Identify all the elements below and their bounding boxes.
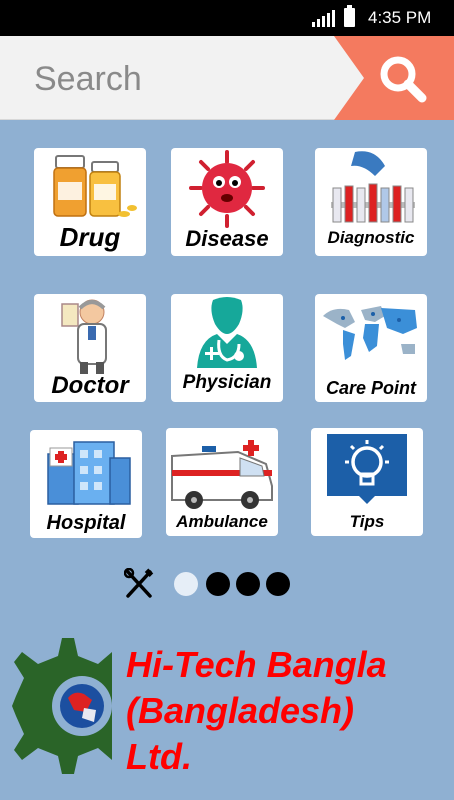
company-logo — [12, 638, 112, 774]
tile-ambulance[interactable]: Ambulance — [166, 428, 278, 536]
page-dot-1[interactable] — [174, 572, 198, 596]
tile-tips-label: Tips — [349, 512, 385, 531]
status-bar: 4:35 PM — [0, 0, 454, 36]
signal-icon — [312, 10, 335, 27]
tile-care-point[interactable]: Care Point — [315, 294, 427, 402]
search-input[interactable] — [34, 56, 314, 102]
page-dot-4[interactable] — [266, 572, 290, 596]
page-dot-2[interactable] — [206, 572, 230, 596]
tile-care-point-label: Care Point — [325, 378, 417, 398]
tile-diagnostic[interactable]: Diagnostic — [315, 148, 427, 256]
tile-drug-label: Drug — [59, 222, 121, 252]
tile-physician-label: Physician — [182, 372, 272, 393]
company-name: Hi-Tech Bangla (Bangladesh) Ltd. — [126, 642, 387, 780]
tile-doctor[interactable]: Doctor — [34, 294, 146, 402]
page-dot-3[interactable] — [236, 572, 260, 596]
tile-doctor-label: Doctor — [51, 372, 129, 399]
battery-icon — [344, 5, 355, 27]
tile-hospital-label: Hospital — [46, 512, 126, 534]
tile-hospital[interactable]: Hospital — [30, 430, 142, 538]
tile-ambulance-label: Ambulance — [176, 512, 268, 531]
company-name-line1: Hi-Tech Bangla — [126, 644, 387, 685]
tile-disease[interactable]: Disease — [171, 148, 283, 256]
status-clock: 4:35 PM — [368, 8, 432, 27]
tile-disease-label: Disease — [185, 226, 269, 251]
page-indicator — [124, 568, 304, 602]
tile-diagnostic-label: Diagnostic — [327, 228, 415, 247]
tile-physician[interactable]: Physician — [171, 294, 283, 402]
company-name-line3: Ltd. — [126, 736, 192, 777]
search-button[interactable] — [334, 36, 454, 120]
tile-tips[interactable]: Tips — [311, 428, 423, 536]
company-name-line2: (Bangladesh) — [126, 690, 355, 731]
tile-drug[interactable]: Drug — [34, 148, 146, 256]
tools-icon[interactable] — [124, 568, 154, 600]
